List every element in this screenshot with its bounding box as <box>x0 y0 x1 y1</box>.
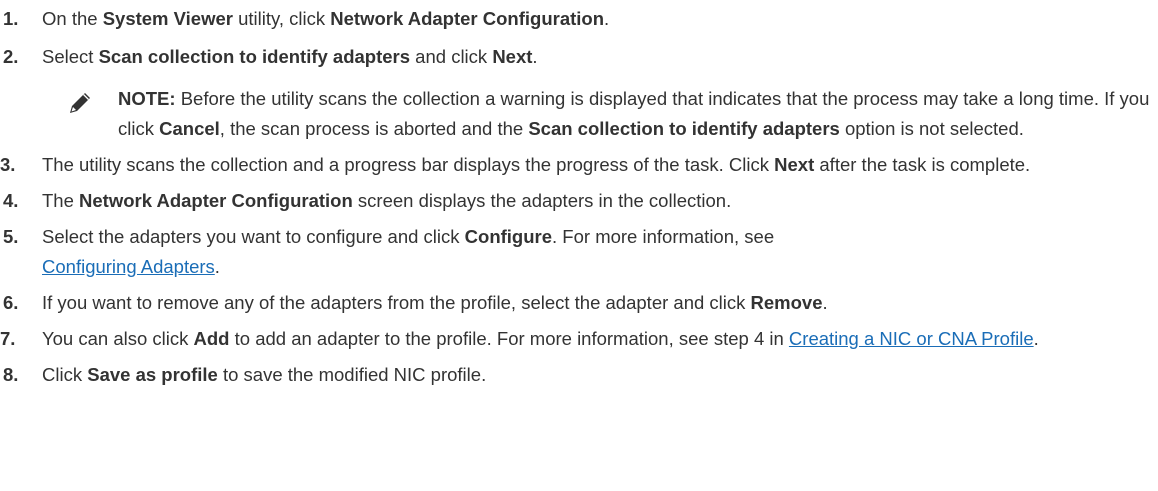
step-3: 3. The utility scans the collection and a… <box>0 150 1150 180</box>
step-number: 4. <box>3 190 19 211</box>
procedure-steps: 1. On the System Viewer utility, click Ne… <box>0 0 1150 390</box>
note-box: NOTE: Before the utility scans the colle… <box>0 84 1150 144</box>
step-1: 1. On the System Viewer utility, click Ne… <box>0 4 1150 34</box>
step-6: 6. If you want to remove any of the adapt… <box>0 288 1150 318</box>
step-number: 2. <box>3 46 19 67</box>
step-5: 5. Select the adapters you want to config… <box>0 222 1150 282</box>
step-2: 2. Select Scan collection to identify ada… <box>0 42 1150 72</box>
step-number: 3. <box>0 154 16 175</box>
step-8: 8. Click Save as profile to save the modi… <box>0 360 1150 390</box>
configuring-adapters-link[interactable]: Configuring Adapters <box>42 256 215 277</box>
step-4: 4. The Network Adapter Configuration scre… <box>0 186 1150 216</box>
pencil-icon <box>68 91 92 115</box>
step-number: 8. <box>3 364 19 385</box>
step-number: 6. <box>3 292 19 313</box>
step-7: 7. You can also click Add to add an adapt… <box>0 324 1150 354</box>
step-number: 5. <box>3 226 19 247</box>
step-number: 1. <box>3 8 19 29</box>
note-label: NOTE: <box>118 88 176 109</box>
step-number: 7. <box>0 328 16 349</box>
creating-nic-profile-link[interactable]: Creating a NIC or CNA Profile <box>789 328 1034 349</box>
